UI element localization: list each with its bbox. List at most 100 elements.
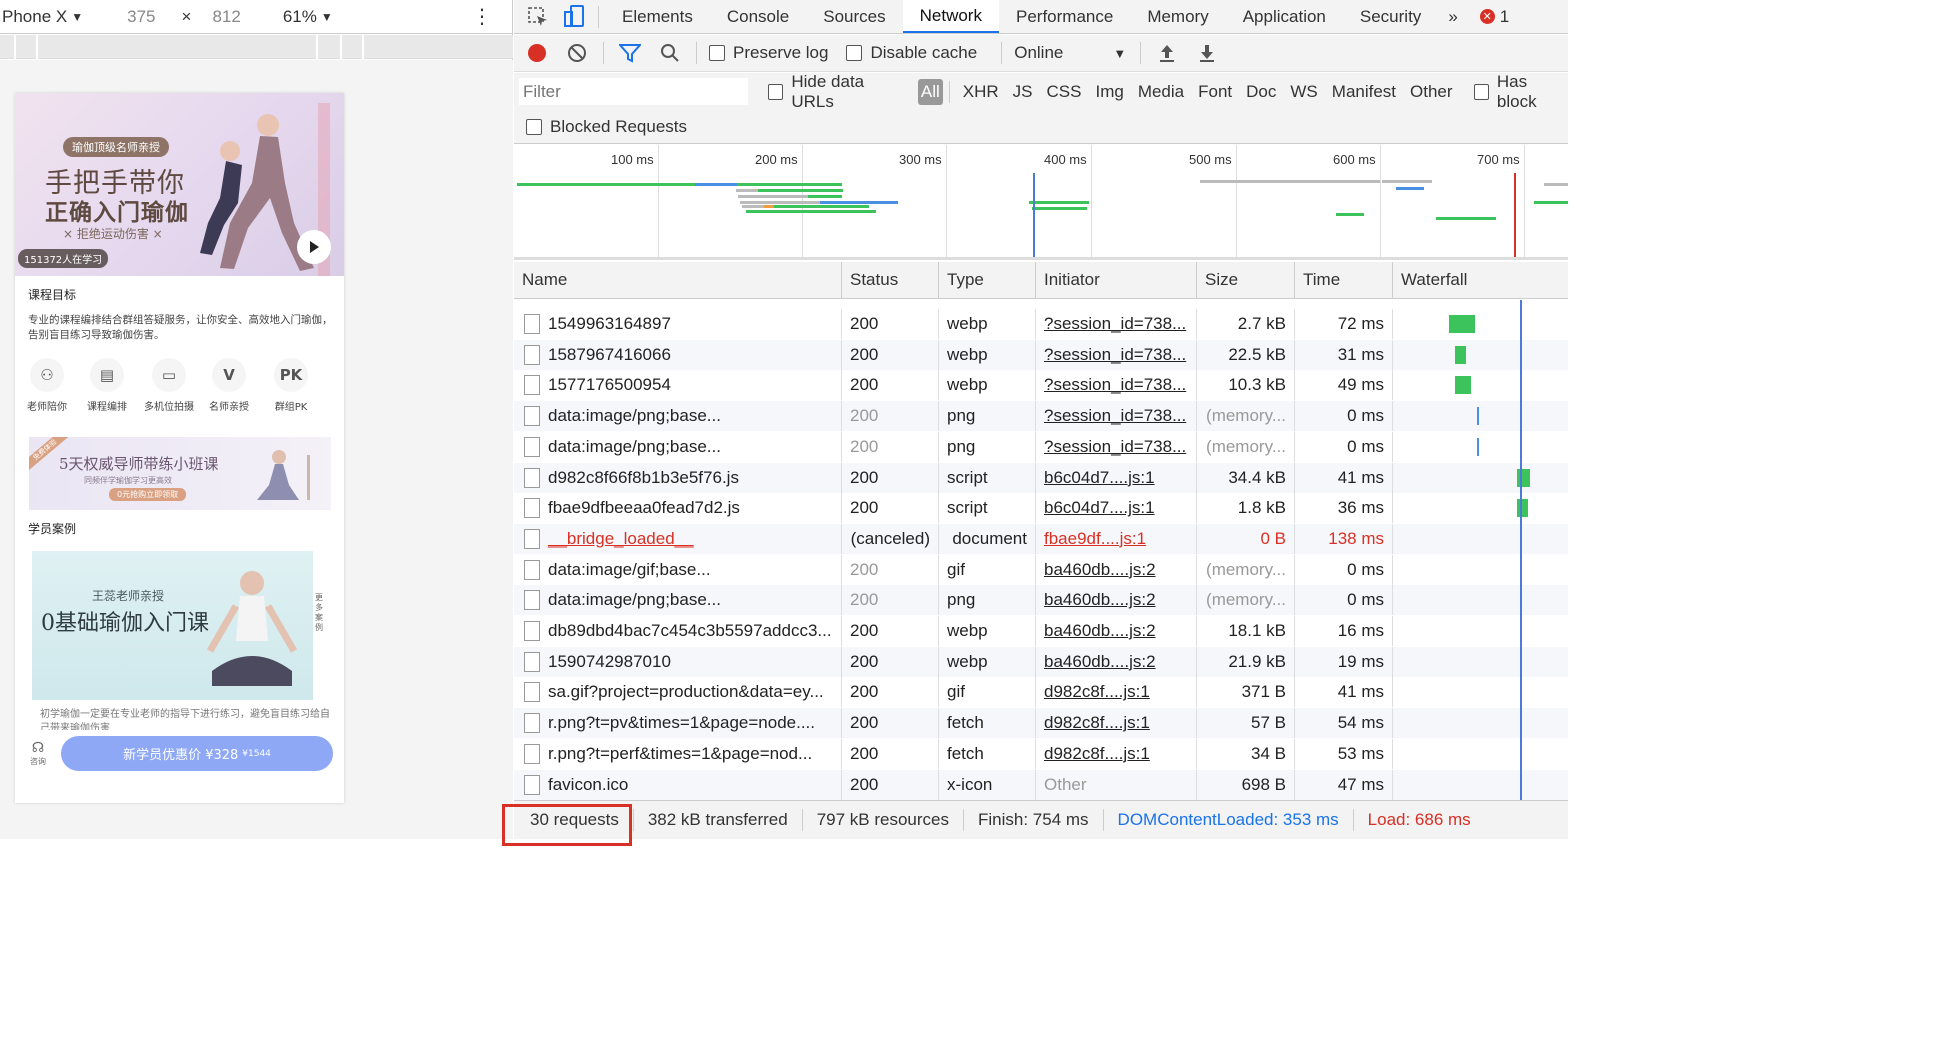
tab-network[interactable]: Network xyxy=(902,0,999,33)
play-button[interactable] xyxy=(297,230,331,264)
request-row[interactable]: data:image/png;base... 200 png ba460db....j… xyxy=(514,585,1568,616)
column-time[interactable]: Time xyxy=(1295,262,1393,298)
cell-name: r.png?t=pv&times=1&page=node.... xyxy=(514,708,842,739)
more-cases-link[interactable]: 更多案例 xyxy=(315,593,327,633)
cell-initiator[interactable]: ?session_id=738... xyxy=(1036,339,1197,370)
size-text: 57 B xyxy=(1251,713,1286,733)
filter-type-doc[interactable]: Doc xyxy=(1239,82,1283,102)
filter-input[interactable] xyxy=(519,78,748,105)
preserve-log-checkbox[interactable]: Preserve log xyxy=(709,43,828,63)
devtools-tabbar: Elements Console Sources Network Perform… xyxy=(514,0,1568,34)
more-options-icon[interactable]: ⋮ xyxy=(472,7,492,27)
width-input[interactable]: 375 xyxy=(127,7,155,27)
import-har-icon[interactable] xyxy=(1147,35,1187,72)
column-waterfall[interactable]: Waterfall xyxy=(1393,262,1568,298)
throttling-select[interactable]: Online ▼ xyxy=(1014,43,1134,63)
request-row[interactable]: data:image/png;base... 200 png ?session_id=… xyxy=(514,401,1568,432)
filter-type-media[interactable]: Media xyxy=(1131,82,1191,102)
request-row[interactable]: fbae9dfbeeaa0fead7d2.js 200 script b6c04d7.… xyxy=(514,493,1568,524)
promo-banner[interactable]: 免费体验 5天权威导师带练小班课 同频伴学瑜伽学习更高效 0元抢购立即领取 xyxy=(29,437,331,510)
column-initiator[interactable]: Initiator xyxy=(1036,262,1197,298)
case-card[interactable]: 王蕊老师亲授 0基础瑜伽入门课 xyxy=(32,551,313,700)
filter-type-manifest[interactable]: Manifest xyxy=(1325,82,1403,102)
export-har-icon[interactable] xyxy=(1187,35,1227,72)
filter-type-ws[interactable]: WS xyxy=(1283,82,1324,102)
request-row[interactable]: sa.gif?project=production&data=ey... 200 g… xyxy=(514,677,1568,708)
clear-icon[interactable] xyxy=(557,35,597,72)
tab-elements[interactable]: Elements xyxy=(605,0,710,33)
hero-banner[interactable]: 瑜伽顶级名师亲授 手把手带你 正确入门瑜伽 × 拒绝运动伤害 × 151372人… xyxy=(15,93,344,276)
filter-type-xhr[interactable]: XHR xyxy=(956,82,1006,102)
request-row[interactable]: db89dbd4bac7c454c3b5597addcc3... 200 webp b… xyxy=(514,616,1568,646)
cell-initiator[interactable]: b6c04d7....js:1 xyxy=(1036,462,1197,493)
feature-item[interactable]: PK 群组PK xyxy=(261,358,321,413)
column-status[interactable]: Status xyxy=(842,262,939,298)
hide-data-urls-checkbox[interactable]: Hide data URLs xyxy=(768,72,906,112)
search-icon[interactable] xyxy=(650,35,690,72)
error-counter[interactable]: ✕ 1 xyxy=(1479,0,1509,33)
cell-initiator[interactable]: ba460db....js:2 xyxy=(1036,616,1197,646)
cell-initiator[interactable]: ba460db....js:2 xyxy=(1036,646,1197,677)
filter-type-css[interactable]: CSS xyxy=(1040,82,1089,102)
tab-security[interactable]: Security xyxy=(1343,0,1438,33)
feature-item[interactable]: ⚇ 老师陪你 xyxy=(17,358,77,413)
filter-type-js[interactable]: JS xyxy=(1006,82,1040,102)
feature-item[interactable]: ▤ 课程编排 xyxy=(77,358,137,413)
tab-performance[interactable]: Performance xyxy=(999,0,1130,33)
cell-initiator[interactable]: d982c8f....js:1 xyxy=(1036,677,1197,708)
file-icon xyxy=(524,344,540,365)
banner-button[interactable]: 0元抢购立即领取 xyxy=(109,488,187,501)
highlight-box xyxy=(502,804,632,846)
tab-sources[interactable]: Sources xyxy=(806,0,902,33)
request-row[interactable]: 1549963164897 200 webp ?session_id=738... 2.… xyxy=(514,309,1568,339)
overview-bar xyxy=(746,210,876,213)
filter-type-all[interactable]: All xyxy=(917,78,943,105)
request-row[interactable]: 1577176500954 200 webp ?session_id=738... 10… xyxy=(514,370,1568,401)
zoom-select[interactable]: 61% ▼ xyxy=(283,7,333,27)
disable-cache-checkbox[interactable]: Disable cache xyxy=(846,43,977,63)
tab-console[interactable]: Console xyxy=(710,0,806,33)
request-row[interactable]: __bridge_loaded__ (canceled) document fbae9… xyxy=(514,523,1568,554)
consult-button[interactable]: ☊ 咨询 xyxy=(27,740,49,767)
cell-initiator[interactable]: b6c04d7....js:1 xyxy=(1036,493,1197,524)
filter-type-font[interactable]: Font xyxy=(1191,82,1239,102)
cell-initiator[interactable]: ?session_id=738... xyxy=(1036,401,1197,432)
request-row[interactable]: 1587967416066 200 webp ?session_id=738... 22… xyxy=(514,339,1568,370)
cell-initiator[interactable]: ?session_id=738... xyxy=(1036,309,1197,339)
request-row[interactable]: favicon.ico 200 x-icon Other 698 B 47 ms xyxy=(514,769,1568,800)
filter-type-other[interactable]: Other xyxy=(1403,82,1460,102)
filter-type-img[interactable]: Img xyxy=(1088,82,1130,102)
request-row[interactable]: 1590742987010 200 webp ba460db....js:2 21.9 … xyxy=(514,646,1568,677)
record-icon[interactable] xyxy=(517,35,557,72)
tab-application[interactable]: Application xyxy=(1226,0,1343,33)
request-row[interactable]: data:image/gif;base... 200 gif ba460db....j… xyxy=(514,554,1568,585)
column-type[interactable]: Type xyxy=(939,262,1036,298)
enroll-button[interactable]: 新学员优惠价 ¥328 ¥1544 xyxy=(61,736,333,771)
column-name[interactable]: Name xyxy=(514,262,842,298)
cell-initiator[interactable]: ?session_id=738... xyxy=(1036,370,1197,401)
request-row[interactable]: d982c8f66f8b1b3e5f76.js 200 script b6c04d7.… xyxy=(514,462,1568,493)
height-input[interactable]: 812 xyxy=(212,7,240,27)
inspect-element-icon[interactable] xyxy=(520,0,556,33)
timeline-overview[interactable]: 100 ms 200 ms 300 ms 400 ms 500 ms 600 m… xyxy=(514,145,1568,260)
feature-item[interactable]: V 名师亲授 xyxy=(199,358,259,413)
feature-item[interactable]: ▭ 多机位拍摄 xyxy=(139,358,199,413)
request-row[interactable]: r.png?t=pv&times=1&page=node.... 200 fetch… xyxy=(514,708,1568,739)
column-size[interactable]: Size xyxy=(1197,262,1295,298)
cell-initiator[interactable]: ba460db....js:2 xyxy=(1036,554,1197,585)
request-row[interactable]: data:image/png;base... 200 png ?session_id=… xyxy=(514,431,1568,462)
more-tabs-icon[interactable]: » xyxy=(1438,0,1467,33)
cell-initiator[interactable]: d982c8f....js:1 xyxy=(1036,738,1197,769)
cell-initiator[interactable]: ?session_id=738... xyxy=(1036,431,1197,462)
tab-memory[interactable]: Memory xyxy=(1130,0,1225,33)
has-blocked-cookies-checkbox[interactable]: Has block xyxy=(1473,72,1568,112)
device-select[interactable]: Phone X ▼ xyxy=(2,7,83,27)
filter-icon[interactable] xyxy=(610,35,650,72)
media-query-ruler[interactable] xyxy=(0,35,513,59)
request-row[interactable]: r.png?t=perf&times=1&page=nod... 200 fetch… xyxy=(514,738,1568,769)
cell-initiator[interactable]: ba460db....js:2 xyxy=(1036,585,1197,616)
blocked-requests-checkbox[interactable]: Blocked Requests xyxy=(526,117,687,137)
cell-initiator[interactable]: d982c8f....js:1 xyxy=(1036,708,1197,739)
cell-initiator[interactable]: fbae9df....js:1 xyxy=(1036,523,1197,554)
device-toggle-icon[interactable] xyxy=(556,0,592,33)
